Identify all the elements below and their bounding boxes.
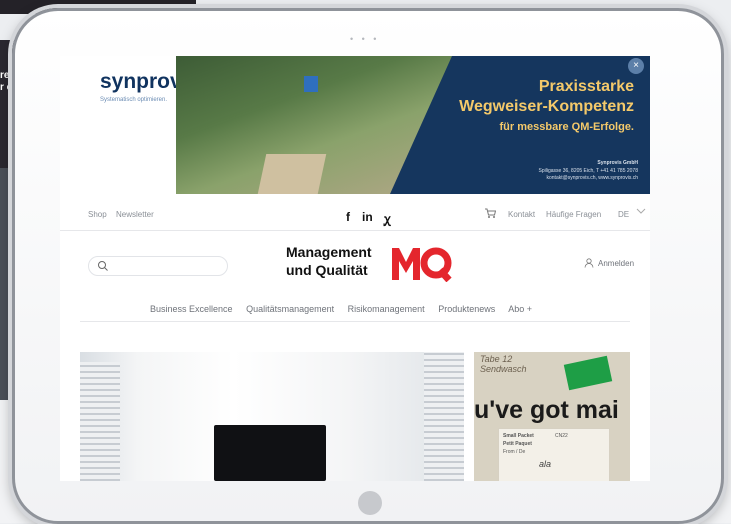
label-script: ala	[539, 459, 552, 469]
ad-subheadline: für messbare QM-Erfolge.	[499, 121, 634, 133]
background-text: r c	[0, 82, 13, 93]
nav-item-business-excellence[interactable]: Business Excellence	[150, 304, 233, 314]
chevron-down-icon[interactable]	[636, 207, 646, 217]
brand-title-line2: und Qualität	[286, 262, 368, 278]
shop-link[interactable]: Shop	[88, 210, 107, 219]
search-icon	[98, 261, 108, 271]
window-blinds	[80, 362, 120, 481]
xing-icon[interactable]: ꭕ	[384, 210, 391, 227]
window-blinds	[424, 352, 464, 481]
cart-icon[interactable]	[484, 207, 497, 221]
ad-address: Spiligasse 36, 8205 Eich, T +41 41 785 2…	[538, 168, 638, 174]
brand-title-line1: Management	[286, 244, 372, 260]
monitor-image	[214, 425, 326, 481]
label-text: From / De	[503, 449, 526, 455]
ad-cube-icon	[304, 76, 318, 92]
nav-item-risikomanagement[interactable]: Risikomanagement	[348, 304, 425, 314]
article-image-office[interactable]	[80, 352, 464, 481]
ad-contact: kontakt@synprovis.ch, www.synprovis.ch	[546, 175, 639, 181]
home-button[interactable]	[358, 491, 382, 515]
kontakt-link[interactable]: Kontakt	[508, 210, 535, 219]
divider	[60, 230, 650, 231]
ad-boardwalk	[257, 154, 327, 194]
mq-logo[interactable]	[390, 244, 452, 282]
green-sticker	[563, 355, 613, 391]
ad-headline: Praxisstarke	[538, 78, 634, 95]
tablet-screen: synprovis Systematisch optimieren. Praxi…	[60, 56, 650, 481]
ad-banner[interactable]: synprovis Systematisch optimieren. Praxi…	[60, 56, 650, 194]
user-icon	[584, 258, 594, 268]
ad-headline: Wegweiser-Kompetenz	[459, 98, 634, 115]
ad-close-icon[interactable]: ×	[628, 58, 644, 74]
background-text: re	[0, 70, 10, 81]
article-image-mail[interactable]: Tabe 12 Sendwasch u've got mai Small Pac…	[474, 352, 630, 481]
nav-item-produktenews[interactable]: Produktenews	[438, 304, 495, 314]
newsletter-link[interactable]: Newsletter	[116, 210, 154, 219]
login-label: Anmelden	[598, 259, 635, 268]
label-text: Petit Paquet	[503, 441, 532, 447]
handwriting-text: Sendwasch	[480, 364, 527, 374]
divider	[80, 321, 630, 322]
camera-dots: • • •	[350, 34, 380, 44]
nav-item-abo[interactable]: Abo +	[508, 304, 532, 314]
nav-item-qualitaetsmanagement[interactable]: Qualitätsmanagement	[246, 304, 334, 314]
facebook-icon[interactable]: f	[346, 210, 350, 224]
search-input[interactable]	[88, 256, 228, 276]
postal-label: Small Packet Petit Paquet From / De CN22…	[498, 428, 610, 481]
login-link[interactable]: Anmelden	[584, 258, 635, 268]
mail-headline: u've got mai	[474, 396, 619, 424]
language-select[interactable]: DE	[618, 210, 629, 219]
ad-company: Synprovis GmbH	[597, 160, 638, 166]
linkedin-icon[interactable]: in	[362, 210, 373, 224]
faq-link[interactable]: Häufige Fragen	[546, 210, 601, 219]
ad-tagline: Systematisch optimieren.	[100, 97, 168, 103]
label-code: CN22	[555, 433, 568, 439]
handwriting-text: Tabe 12	[480, 354, 513, 364]
label-text: Small Packet	[503, 433, 534, 439]
utility-bar: Shop Newsletter f in ꭕ Kontakt Häufige F…	[60, 202, 650, 228]
main-nav: Business Excellence Qualitätsmanagement …	[150, 304, 543, 314]
